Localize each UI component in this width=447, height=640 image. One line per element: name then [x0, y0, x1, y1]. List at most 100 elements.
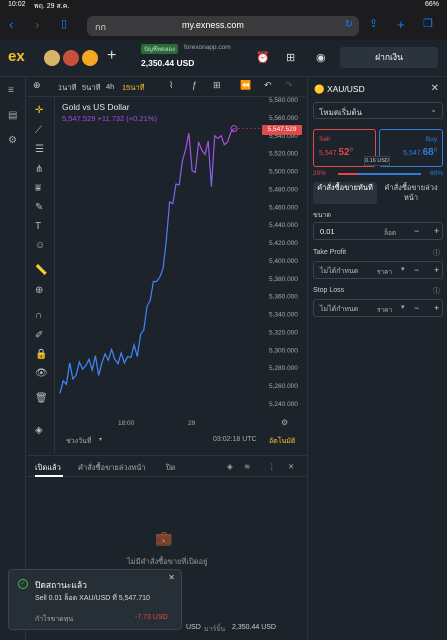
redo-icon[interactable]: ↷ — [285, 80, 293, 91]
menu-icon[interactable]: ≡ — [8, 85, 14, 96]
trendline-icon[interactable]: ⟋ — [35, 125, 42, 136]
calendar-icon[interactable]: ▤ — [8, 110, 17, 121]
bookmarks-icon[interactable]: ▯ — [61, 17, 67, 30]
y-tick-label: 5,380.000 — [269, 276, 298, 283]
settings-icon[interactable]: ⚙ — [281, 418, 288, 427]
forward-icon[interactable]: › — [35, 17, 39, 32]
eye-icon[interactable]: 👁 — [35, 368, 48, 379]
increase-button[interactable]: + — [434, 303, 439, 313]
instrument-tab-icon[interactable] — [63, 50, 79, 66]
empty-state-text: ไม่มีคำสั่งซื้อขายที่เปิดอยู่ — [127, 557, 208, 566]
symbol-name: XAU/USD — [326, 84, 365, 94]
decrease-button[interactable]: − — [414, 303, 419, 313]
stop-loss-field[interactable]: ไม่ได้กำหนด ราคา ▾ − + — [313, 299, 443, 317]
account-balance[interactable]: 2,350.44 USD — [141, 58, 194, 68]
y-tick-label: 5,460.000 — [269, 204, 298, 211]
back-icon[interactable]: ‹ — [9, 17, 13, 32]
check-icon: ✓ — [18, 579, 28, 589]
timeframe-4h[interactable]: 4h — [106, 82, 114, 91]
sell-label: Sell — [319, 136, 330, 143]
price-chart[interactable]: 5,580.000 5,560.000 5,540.000 5,520.000 5,50… — [56, 97, 306, 454]
timeframe-5m[interactable]: 5นาที — [82, 82, 100, 94]
layout-icon[interactable]: ⊞ — [213, 80, 221, 91]
account-type-badge[interactable]: บัญชีทดลอง — [141, 44, 179, 54]
hline-icon[interactable]: ☰ — [35, 144, 44, 155]
chart-canvas[interactable]: 5,580.0005,560.0005,540.0005,520.0005,50… — [56, 97, 306, 454]
view-toggle-icon[interactable]: ◈ — [227, 462, 233, 471]
tp-value: ไม่ได้กำหนด — [320, 268, 359, 275]
sl-label: Stop Loss — [313, 287, 345, 294]
indicators-icon[interactable]: ƒ — [192, 80, 197, 90]
x-label: 18:00 — [118, 420, 135, 427]
brush-icon[interactable]: ✎ — [35, 202, 43, 213]
volume-field[interactable]: 0.01 ล็อต − + — [313, 222, 443, 240]
increase-button[interactable]: + — [434, 265, 439, 275]
date-range-dropdown[interactable]: ช่วงวันที่ — [66, 436, 91, 447]
tp-unit[interactable]: ราคา — [377, 267, 392, 277]
magnet-icon[interactable]: ∩ — [35, 310, 42, 321]
timeframe-15m[interactable]: 15นาที — [122, 82, 145, 94]
chart-type-icon[interactable]: ⌇ — [169, 80, 173, 91]
close-icon[interactable]: ✕ — [431, 83, 439, 94]
auto-scale-toggle[interactable]: อัตโนมัติ — [269, 436, 295, 447]
info-icon[interactable]: ⓘ — [433, 248, 440, 258]
emoji-icon[interactable]: ☺ — [35, 240, 45, 251]
tp-label: Take Profit — [313, 249, 347, 256]
status-time: 10:02 — [8, 1, 26, 8]
tab-closed[interactable]: ปิด — [166, 462, 176, 474]
exness-logo[interactable]: ex — [8, 48, 25, 65]
channel-icon[interactable]: ⋔ — [35, 164, 43, 175]
layers-icon[interactable]: ◈ — [35, 425, 43, 436]
zoom-icon[interactable]: ⊕ — [35, 285, 43, 296]
undo-icon[interactable]: ↶ — [264, 80, 272, 91]
info-icon[interactable]: ⓘ — [433, 286, 440, 296]
grid-icon[interactable]: ⊞ — [286, 51, 295, 64]
decrease-button[interactable]: − — [414, 226, 419, 236]
lock-icon[interactable]: 🔒 — [35, 349, 47, 360]
tab-open[interactable]: เปิดแล้ว — [35, 462, 61, 474]
add-indicator-icon[interactable]: ⊕ — [33, 80, 41, 91]
rewind-icon[interactable]: ⏪ — [240, 80, 251, 91]
url-field[interactable]: กก my.exness.com ↻ — [87, 16, 359, 36]
chevron-down-icon[interactable]: ▾ — [99, 436, 102, 443]
ruler-icon[interactable]: 📏 — [35, 265, 47, 276]
tab-market-order[interactable]: คำสั่งซื้อขายทันที — [313, 182, 377, 204]
more-icon[interactable]: ⋮ — [268, 462, 276, 471]
add-tab-icon[interactable]: + — [107, 47, 116, 65]
alarm-icon[interactable]: ⏰ — [256, 51, 270, 64]
buy-price: 5,547.688 — [403, 147, 437, 158]
tab-pending[interactable]: คำสั่งซื้อขายล่วงหน้า — [78, 462, 146, 474]
chevron-down-icon[interactable]: ▾ — [401, 303, 405, 311]
profile-icon[interactable]: ◉ — [316, 51, 326, 64]
tab-pending-order[interactable]: คำสั่งซื้อขายล่วงหน้า — [379, 182, 443, 204]
y-tick-label: 5,580.000 — [269, 97, 298, 104]
pencil-lock-icon[interactable]: ✐ — [35, 330, 43, 341]
chevron-down-icon[interactable]: ▾ — [401, 265, 405, 273]
spread-badge: 0.16 USD — [364, 156, 390, 166]
decrease-button[interactable]: − — [414, 265, 419, 275]
increase-button[interactable]: + — [434, 226, 439, 236]
y-tick-label: 5,500.000 — [269, 169, 298, 176]
close-icon[interactable]: ✕ — [168, 573, 175, 582]
trash-icon[interactable]: 🗑 — [35, 393, 48, 404]
instrument-tab-icon[interactable] — [44, 50, 60, 66]
layers-icon[interactable]: ≋ — [244, 462, 250, 471]
close-icon[interactable]: ✕ — [288, 462, 294, 471]
settings-icon[interactable]: ⚙ — [8, 135, 17, 146]
share-icon[interactable]: ⇪ — [369, 17, 378, 30]
crosshair-icon[interactable]: ✛ — [35, 105, 43, 116]
deposit-button[interactable]: ฝากเงิน — [340, 47, 438, 68]
reload-icon[interactable]: ↻ — [345, 19, 353, 30]
y-tick-label: 5,280.000 — [269, 365, 298, 372]
text-tool-icon[interactable]: T — [35, 221, 41, 232]
timeframe-1m[interactable]: 1นาที — [58, 82, 76, 94]
fib-icon[interactable]: ⩸ — [35, 183, 41, 194]
tabs-icon[interactable]: ❐ — [423, 17, 433, 30]
browser-toolbar: ‹ › ▯ กก my.exness.com ↻ ⇪ + ❐ — [0, 11, 447, 40]
new-tab-icon[interactable]: + — [397, 17, 405, 32]
order-mode-select[interactable]: โหมดเริ่มต้น ⌄ — [313, 102, 443, 119]
instrument-tab-icon[interactable] — [82, 50, 98, 66]
volume-value: 0.01 — [320, 227, 335, 236]
sl-unit[interactable]: ราคา — [377, 305, 392, 315]
take-profit-field[interactable]: ไม่ได้กำหนด ราคา ▾ − + — [313, 261, 443, 279]
